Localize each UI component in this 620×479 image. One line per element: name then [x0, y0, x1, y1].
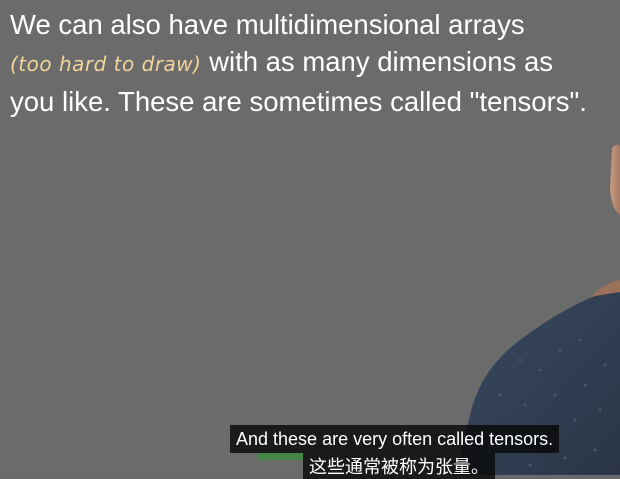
subtitle-english: And these are very often called tensors.: [230, 425, 560, 453]
slide-line-3: you like. These are sometimes called "te…: [10, 86, 587, 117]
handwritten-note: (too hard to draw): [10, 52, 202, 76]
slide-text: We can also have multidimensional arrays…: [10, 6, 620, 120]
subtitle-chinese: 这些通常被称为张量。: [303, 453, 495, 479]
slide-line-2: (too hard to draw) with as many dimensio…: [10, 43, 620, 83]
video-frame[interactable]: We can also have multidimensional arrays…: [0, 0, 620, 479]
slide-line-1: We can also have multidimensional arrays: [10, 9, 525, 40]
slide-line-2-text: with as many dimensions as: [201, 46, 553, 77]
